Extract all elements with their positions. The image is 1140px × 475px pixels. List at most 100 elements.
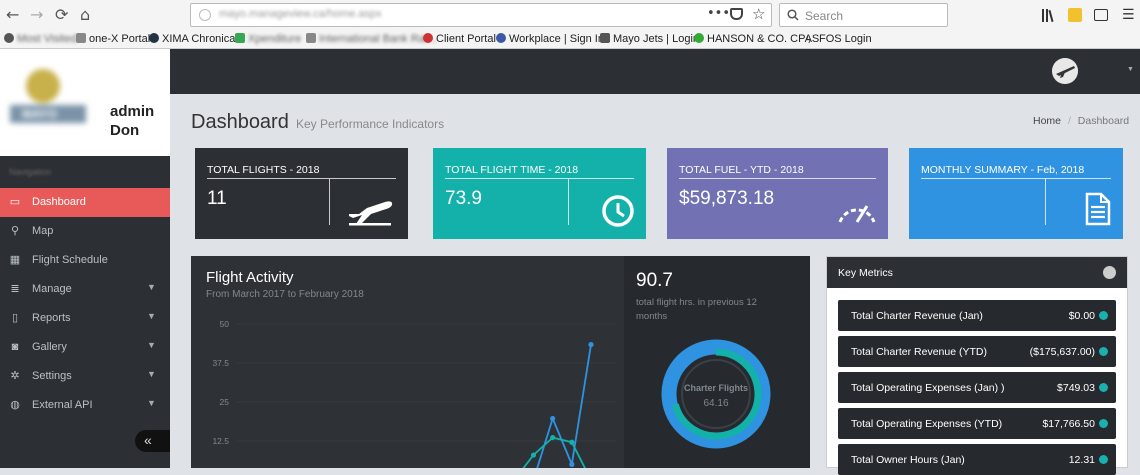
sidebar-item-label: Map <box>32 225 54 237</box>
green-x-icon <box>235 33 245 43</box>
metric-label: Total Operating Expenses (Jan) ) <box>851 382 1005 394</box>
bookmark-bank-rates[interactable]: International Bank Rat... <box>306 33 437 45</box>
plus-circle-icon[interactable] <box>1099 419 1108 428</box>
kpi-title: TOTAL FUEL - YTD - 2018 <box>679 164 804 176</box>
home-icon[interactable]: ⌂ <box>80 5 90 24</box>
file-text-icon <box>1085 192 1111 226</box>
sidebar-item-flight-schedule[interactable]: ▦ Flight Schedule <box>0 246 170 275</box>
y-tick-label: 25 <box>220 397 230 407</box>
kpi-value: $59,873.18 <box>679 188 775 209</box>
page-title: Dashboard <box>191 111 289 133</box>
company-logo: MAYO <box>8 55 90 145</box>
y-tick-label: 12.5 <box>212 436 229 446</box>
kpi-card-total-fuel: TOTAL FUEL - YTD - 2018 $59,873.18 <box>667 148 888 239</box>
search-bar[interactable]: Search <box>779 3 948 27</box>
sidebar-item-label: Manage <box>32 283 72 295</box>
map-marker-icon: ⚲ <box>10 225 20 237</box>
charter-flights-donut: Charter Flights 64.16 <box>661 339 771 449</box>
bookmark-xpenditure[interactable]: Xpenditure <box>235 33 301 45</box>
plus-circle-icon[interactable] <box>1099 455 1108 464</box>
y-tick-label: 37.5 <box>212 358 229 368</box>
key-metrics-panel: Key Metrics Total Charter Revenue (Jan) $… <box>826 256 1128 475</box>
back-arrow-icon[interactable]: ← <box>6 5 19 24</box>
database-icon: ≣ <box>10 283 20 295</box>
donut-label: Charter Flights <box>684 383 748 393</box>
data-point[interactable] <box>569 439 575 445</box>
data-point[interactable] <box>550 434 556 441</box>
bookmark-one-x-portal[interactable]: one-X Portal <box>76 33 150 45</box>
metric-value: $749.03 <box>1057 382 1095 394</box>
reload-icon[interactable]: ⟳ <box>55 5 68 24</box>
chevron-down-icon: ▼ <box>147 398 156 408</box>
tilde-icon: ϟ <box>806 35 811 45</box>
key-metric-row[interactable]: Total Owner Hours (Jan) 12.31 <box>838 444 1116 475</box>
metric-label: Total Charter Revenue (YTD) <box>851 346 987 358</box>
collapse-panel-icon[interactable] <box>1103 266 1116 279</box>
key-metric-row[interactable]: Total Operating Expenses (YTD) $17,766.50 <box>838 408 1116 439</box>
key-metric-row[interactable]: Total Charter Revenue (Jan) $0.00 <box>838 300 1116 331</box>
info-icon[interactable] <box>199 9 211 21</box>
brand-panel: MAYO admin Don <box>0 49 170 156</box>
sidebar-item-reports[interactable]: ▯ Reports ▼ <box>0 304 170 333</box>
bookmark-mayo-jets[interactable]: Mayo Jets | Login <box>600 33 699 45</box>
bookmark-client-portal[interactable]: Client Portal <box>423 33 496 45</box>
gauge-icon <box>838 205 876 223</box>
plus-circle-icon[interactable] <box>1099 311 1108 320</box>
breadcrumb-home[interactable]: Home <box>1033 115 1061 127</box>
panel-title: Key Metrics <box>838 267 893 279</box>
avatar[interactable] <box>1052 58 1078 84</box>
camera-icon: ◙ <box>11 341 19 353</box>
user-display-name: Don <box>110 122 140 139</box>
data-point[interactable] <box>588 341 594 348</box>
bookmark-xima[interactable]: XIMA Chronical <box>149 33 238 45</box>
collapse-sidebar-button[interactable]: « <box>135 430 170 452</box>
page-subtitle: Key Performance Indicators <box>296 117 445 131</box>
bookmark-star-icon[interactable]: ☆ <box>752 5 765 23</box>
green-s-icon <box>694 33 704 43</box>
kpi-card-flight-time: TOTAL FLIGHT TIME - 2018 73.9 <box>433 148 646 239</box>
pocket-icon[interactable] <box>730 8 743 20</box>
globe-icon <box>423 33 433 43</box>
sidebar-item-gallery[interactable]: ◙ Gallery ▼ <box>0 333 170 362</box>
top-header-bar: ▼ <box>170 49 1140 94</box>
sidebar-toggle-icon[interactable] <box>1094 9 1108 21</box>
metric-value: ($175,637.00) <box>1029 346 1095 358</box>
bookmarks-bar: Most Visited one-X Portal XIMA Chronical… <box>0 31 1140 49</box>
calendar-icon: ▦ <box>9 254 21 266</box>
bookmark-workplace[interactable]: Workplace | Sign In <box>496 33 604 45</box>
plus-circle-icon[interactable] <box>1099 383 1108 392</box>
sidebar-item-external-api[interactable]: ◍ External API ▼ <box>0 391 170 420</box>
address-bar[interactable]: mayo.manageview.ca/home.aspx ••• ☆ <box>190 3 772 27</box>
kpi-title: TOTAL FLIGHT TIME - 2018 <box>445 164 579 176</box>
cogs-icon: ✲ <box>10 370 20 382</box>
sidebar-item-map[interactable]: ⚲ Map <box>0 217 170 246</box>
metric-label: Total Owner Hours (Jan) <box>851 454 965 466</box>
page-actions-icon[interactable]: ••• <box>707 6 730 21</box>
x-icon <box>149 33 159 43</box>
key-metric-row[interactable]: Total Operating Expenses (Jan) ) $749.03 <box>838 372 1116 403</box>
plus-circle-icon[interactable] <box>1099 347 1108 356</box>
series-line-1 <box>522 436 586 468</box>
chevron-down-icon: ▼ <box>147 311 156 321</box>
breadcrumb: Home / Dashboard <box>1033 115 1129 127</box>
library-icon[interactable] <box>1042 9 1056 22</box>
extension-icon[interactable] <box>1068 8 1082 22</box>
bookmark-fos-login[interactable]: ϟ FOS Login <box>806 33 872 45</box>
bookmark-most-visited[interactable]: Most Visited <box>4 33 77 45</box>
data-point[interactable] <box>530 452 537 458</box>
sidebar-item-dashboard[interactable]: ▭ Dashboard <box>0 188 170 217</box>
sidebar: Navigation ▭ Dashboard ⚲ Map ▦ Flight Schedul… <box>0 156 170 468</box>
sidebar-item-label: Dashboard <box>32 196 86 208</box>
key-metric-row[interactable]: Total Charter Revenue (YTD) ($175,637.00) <box>838 336 1116 367</box>
user-menu-caret-icon[interactable]: ▼ <box>1127 66 1134 73</box>
metric-label: Total Charter Revenue (Jan) <box>851 310 983 322</box>
menu-icon[interactable]: ☰ <box>1122 7 1135 23</box>
chevron-down-icon: ▼ <box>147 282 156 292</box>
data-point[interactable] <box>550 415 556 422</box>
data-point[interactable] <box>569 461 575 467</box>
sidebar-item-settings[interactable]: ✲ Settings ▼ <box>0 362 170 391</box>
forward-arrow-icon[interactable]: → <box>30 5 43 24</box>
sidebar-item-manage[interactable]: ≣ Manage ▼ <box>0 275 170 304</box>
bookmark-hanson[interactable]: HANSON & CO. CPAS <box>694 33 819 45</box>
kpi-card-total-flights: TOTAL FLIGHTS - 2018 11 <box>195 148 408 239</box>
